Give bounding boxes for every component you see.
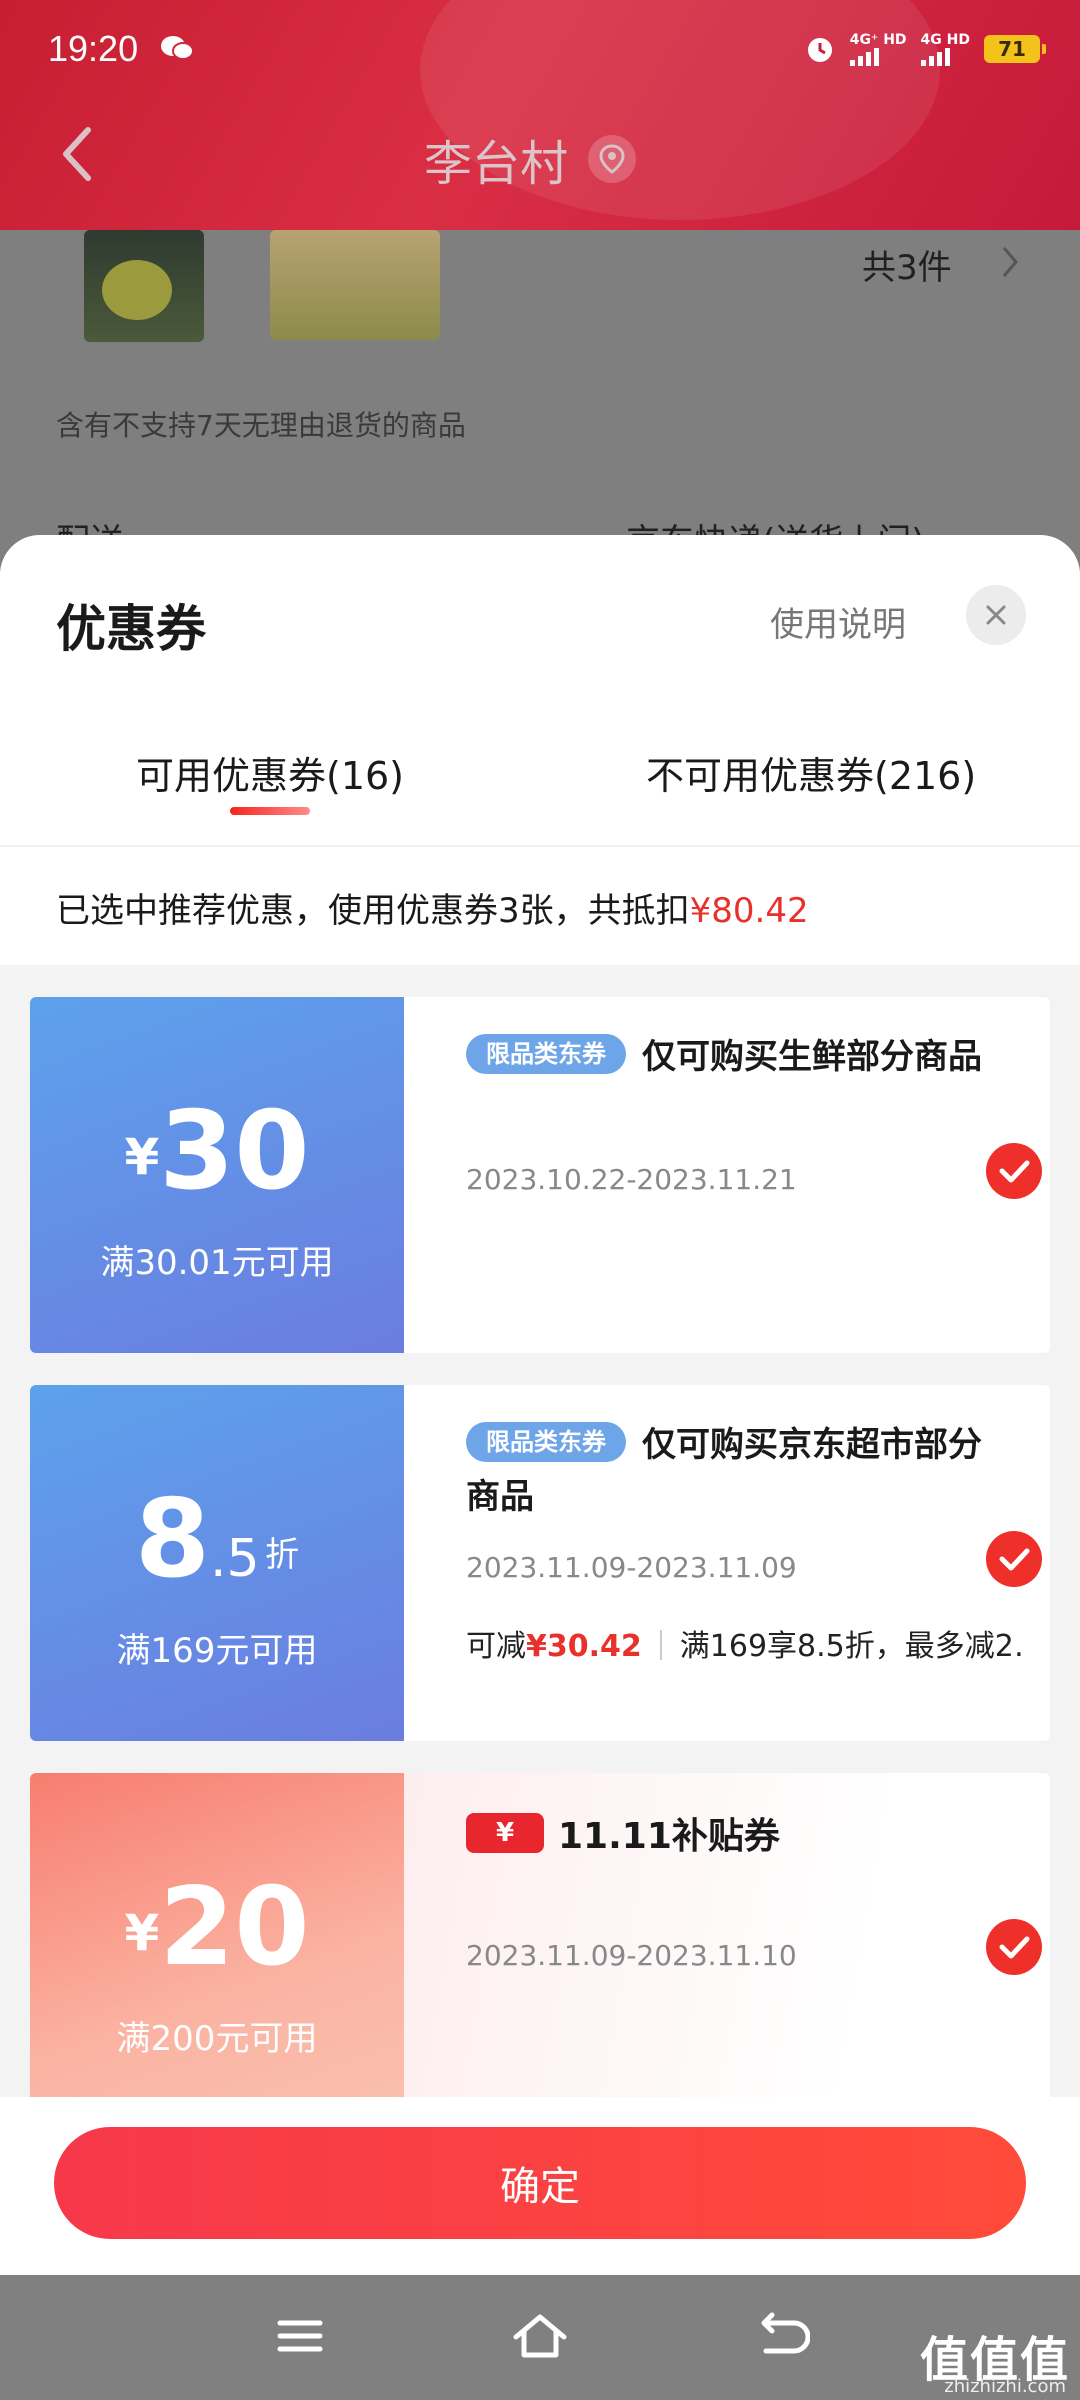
menu-icon[interactable] [270,2311,330,2361]
coupon-info: ¥ 11.11补贴券 2023.11.09-2023.11.10 [404,1773,1050,2129]
sheet-header: 优惠券 使用说明 可用优惠券(16) 不可用优惠券(216) [0,535,1080,845]
coupon-value-panel: ¥30 满30.01元可用 [30,997,404,1353]
tab-unavailable-coupons[interactable]: 不可用优惠券(216) [646,745,976,800]
return-policy-note: 含有不支持7天无理由退货的商品 [56,409,466,442]
back-icon[interactable] [750,2311,810,2361]
coupon-title: 仅可购买生鲜部分商品 [642,1037,982,1077]
coupon-min-spend: 满169元可用 [116,1631,318,1671]
tab-available-coupons[interactable]: 可用优惠券(16) [136,745,404,800]
close-button[interactable] [966,585,1026,645]
watermark-url: zhizhizhi.com [944,2376,1066,2397]
item-count[interactable]: 共3件 [862,240,952,289]
subsidy-badge: ¥ 11.11补贴券 [466,1807,780,1859]
battery-icon: 71 [984,35,1046,63]
coupon-sheet: 优惠券 使用说明 可用优惠券(16) 不可用优惠券(216) 已选中推荐优惠，使… [0,535,1080,2275]
location-icon[interactable] [588,135,637,183]
coupon-amount: ¥30 [124,1089,310,1214]
coupon-tag: 限品类东券 [466,1034,626,1074]
back-arrow-icon[interactable] [58,124,98,184]
signal-indicator-1: 4G⁺ HD [849,32,907,66]
coupon-amount: 8.5 折 [134,1477,300,1602]
coupon-card[interactable]: ¥30 满30.01元可用 限品类东券 仅可购买生鲜部分商品 2023.10.22… [30,997,1050,1353]
yen-icon: ¥ [466,1813,544,1853]
close-icon [986,605,1006,625]
coupon-tag: 限品类东券 [466,1422,626,1462]
checkmark-icon[interactable] [986,1143,1042,1199]
coupon-info: 限品类东券 仅可购买生鲜部分商品 2023.10.22-2023.11.21 [404,997,1050,1353]
product-image [270,230,440,340]
coupon-validity: 2023.11.09-2023.11.10 [466,1939,797,1972]
summary-text: 已选中推荐优惠，使用优惠券3张，共抵扣 [56,891,690,931]
coupon-list: ¥30 满30.01元可用 限品类东券 仅可购买生鲜部分商品 2023.10.22… [30,997,1050,2161]
signal-indicator-2: 4G HD [920,32,970,66]
page-title: 李台村 [424,124,637,194]
coupon-value-panel: 8.5 折 满169元可用 [30,1385,404,1741]
checkmark-icon[interactable] [986,1531,1042,1587]
subsidy-label: 11.11补贴券 [558,1816,780,1857]
active-tab-indicator [230,807,310,815]
usage-instructions-link[interactable]: 使用说明 [770,597,906,646]
checkmark-icon[interactable] [986,1919,1042,1975]
coupon-card[interactable]: 8.5 折 满169元可用 限品类东券 仅可购买京东超市部分商品 2023.11.… [30,1385,1050,1741]
status-bar: 19:20 4G⁺ HD 4G HD 71 [0,0,1080,100]
alarm-icon [807,38,832,62]
wechat-icon [161,36,194,60]
coupon-info: 限品类东券 仅可购买京东超市部分商品 2023.11.09-2023.11.09 … [404,1385,1050,1741]
product-image [84,230,204,342]
sheet-footer: 确定 [0,2097,1080,2275]
coupon-min-spend: 满30.01元可用 [100,1243,334,1283]
discount-summary: 已选中推荐优惠，使用优惠券3张，共抵扣¥80.42 [0,845,1080,965]
system-nav-bar [0,2275,1080,2400]
coupon-detail: 可减¥30.42 满169享8.5折，最多减2… [466,1629,1026,1664]
summary-amount: ¥80.42 [689,891,809,931]
coupon-validity: 2023.11.09-2023.11.09 [466,1551,797,1584]
coupon-value-panel: ¥20 满200元可用 [30,1773,404,2129]
confirm-button[interactable]: 确定 [54,2127,1026,2239]
coupon-validity: 2023.10.22-2023.11.21 [466,1163,797,1196]
status-time: 19:20 [48,28,139,69]
chevron-right-icon [1002,247,1018,277]
coupon-amount: ¥20 [124,1865,310,1990]
home-icon[interactable] [510,2311,570,2361]
coupon-min-spend: 满200元可用 [116,2019,318,2059]
coupon-card[interactable]: ¥20 满200元可用 ¥ 11.11补贴券 2023.11.09-2023.1… [30,1773,1050,2129]
sheet-title: 优惠券 [56,600,206,658]
